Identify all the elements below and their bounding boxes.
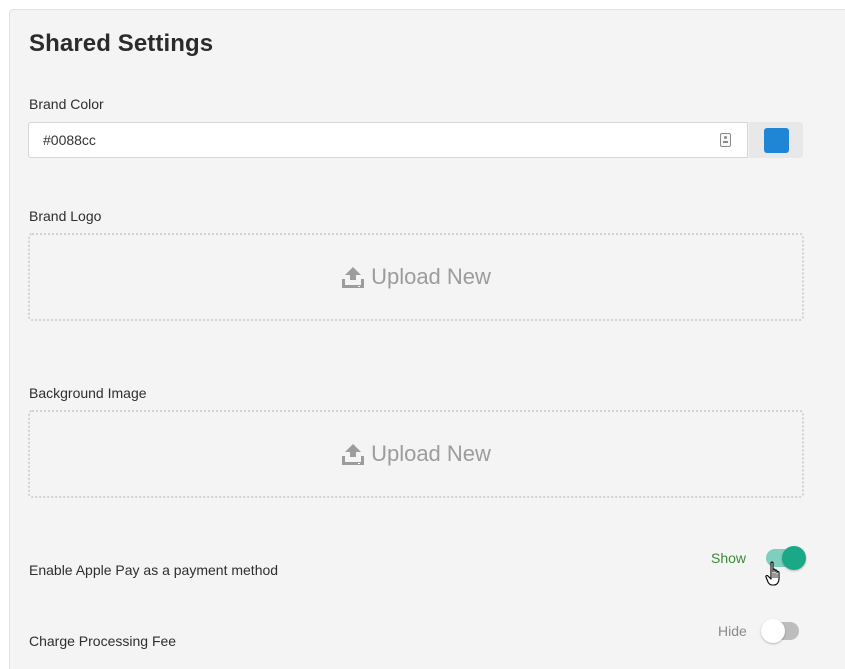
toggle-knob bbox=[761, 619, 785, 643]
color-picker-button[interactable] bbox=[749, 122, 803, 158]
processing-fee-toggle[interactable] bbox=[761, 619, 799, 643]
upload-icon bbox=[342, 267, 365, 288]
brand-color-field bbox=[28, 122, 748, 158]
contact-card-icon[interactable] bbox=[720, 133, 731, 147]
color-swatch bbox=[764, 128, 789, 153]
brand-logo-label: Brand Logo bbox=[29, 208, 102, 224]
brand-logo-upload-button[interactable]: Upload New bbox=[28, 233, 804, 321]
apple-pay-state-label: Show bbox=[711, 550, 747, 566]
upload-icon bbox=[342, 444, 365, 465]
background-image-label: Background Image bbox=[29, 385, 147, 401]
brand-color-input[interactable] bbox=[29, 123, 723, 157]
page-title: Shared Settings bbox=[29, 30, 214, 57]
processing-fee-state-label: Hide bbox=[718, 623, 747, 639]
hand-pointer-icon bbox=[765, 561, 780, 586]
apple-pay-label: Enable Apple Pay as a payment method bbox=[29, 562, 279, 578]
brand-logo-upload-label: Upload New bbox=[371, 264, 491, 289]
background-image-upload-label: Upload New bbox=[371, 441, 491, 466]
processing-fee-label: Charge Processing Fee bbox=[29, 633, 177, 649]
brand-color-label: Brand Color bbox=[29, 96, 104, 112]
background-image-upload-button[interactable]: Upload New bbox=[28, 410, 804, 498]
